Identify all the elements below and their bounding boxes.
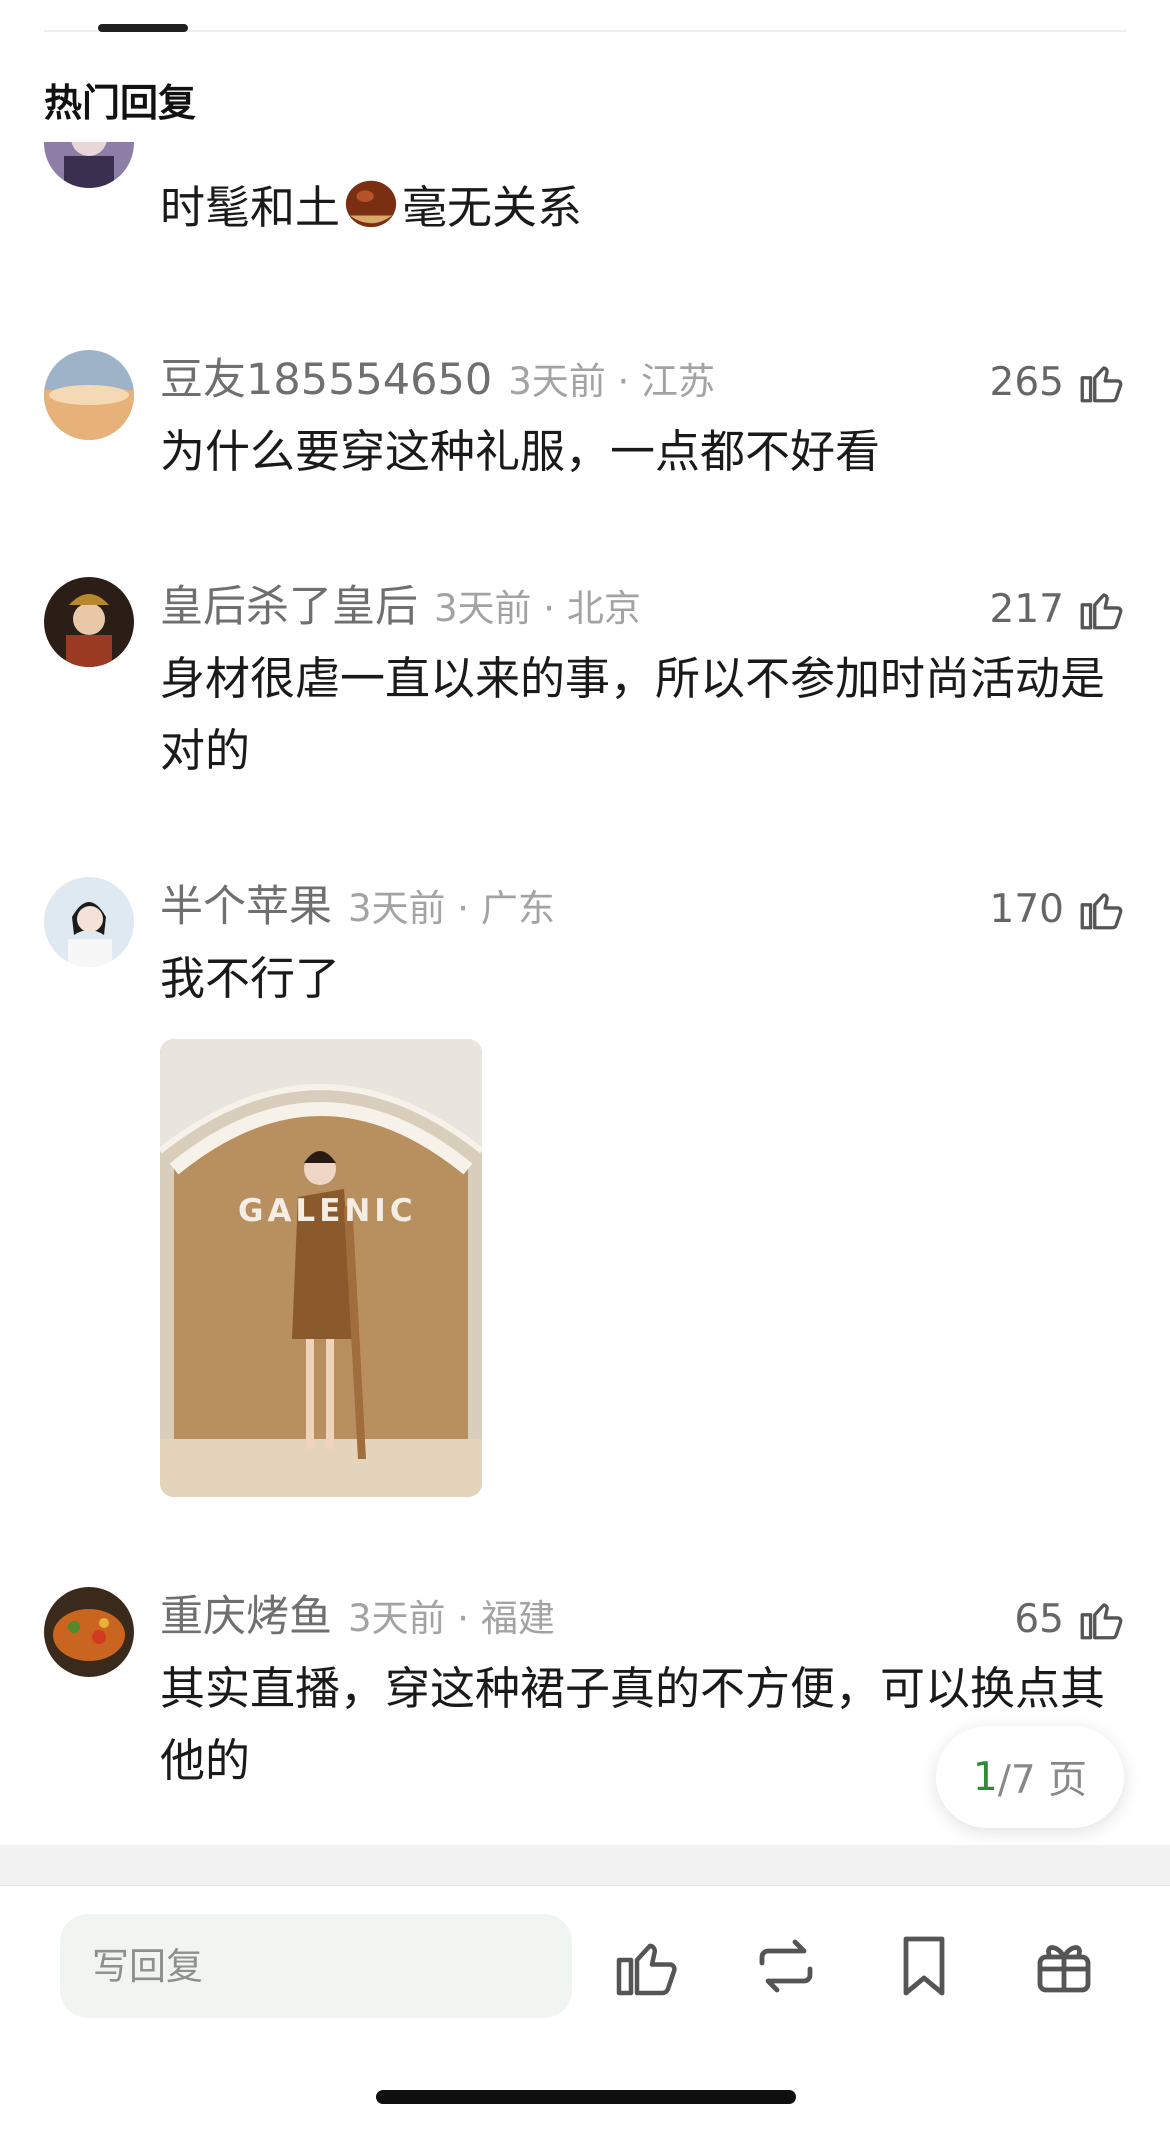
comment-feed[interactable]: 时髦和土 毫无关系 豆友185554650 3天前 · 江苏 265 为什么要穿这种… [0,142,1170,1842]
like-count: 65 [1014,1596,1064,1642]
user-name[interactable]: 皇后杀了皇后 [160,582,418,632]
comment-item: 皇后杀了皇后 3天前 · 北京 217 身材很虐一直以来的事，所以不参加时尚活动是… [0,577,1170,799]
comment-item: 豆友185554650 3天前 · 江苏 265 为什么要穿这种礼服，一点都不好看 [0,350,1170,502]
comment-meta: 半个苹果 3天前 · 广东 [160,879,555,935]
comment-meta: 豆友185554650 3天前 · 江苏 [160,352,715,408]
top-divider [44,30,1126,32]
comment-text: 时髦和土 毫无关系 [160,172,1120,244]
comment-text: 为什么要穿这种礼服，一点都不好看 [160,425,881,478]
like-count: 265 [989,359,1064,405]
current-page: 1 [972,1754,998,1800]
reply-input[interactable] [60,1914,572,2018]
time-location: 3天前 · 北京 [434,587,641,630]
page-indicator[interactable]: 1/7 页 [936,1726,1124,1828]
thumbs-up-icon [1080,593,1123,630]
photo-logo-text: GALENIC [238,1193,417,1229]
user-name[interactable]: 重庆烤鱼 [160,1592,332,1642]
bookmark-icon[interactable] [888,1930,960,2002]
total-pages: /7 页 [997,1758,1088,1803]
thumbs-up-icon [1080,893,1123,930]
time-location: 3天前 · 江苏 [508,360,716,403]
comment-meta: 皇后杀了皇后 3天前 · 北京 [160,579,641,635]
section-divider [0,1845,1170,1885]
like-count: 170 [989,886,1064,932]
avatar[interactable] [44,577,134,667]
gift-icon[interactable] [1028,1930,1100,2002]
chestnut-emoji [345,180,397,228]
avatar[interactable] [44,877,134,967]
tab-indicator [98,24,188,32]
comment-text: 身材很虐一直以来的事，所以不参加时尚活动是对的 [160,652,1106,777]
like-button[interactable]: 65 [1014,1589,1126,1649]
comment-item: 半个苹果 3天前 · 广东 170 我不行了 GALENIC [0,877,1170,1497]
user-name[interactable]: 半个苹果 [160,882,332,932]
time-location: 3天前 · 福建 [348,1597,555,1640]
like-button[interactable]: 170 [990,879,1126,939]
comment-photo[interactable]: GALENIC [160,1039,482,1497]
comment-item: 时髦和土 毫无关系 [0,142,1170,238]
comment-meta: 重庆烤鱼 3天前 · 福建 [160,1589,555,1645]
home-indicator [376,2090,796,2104]
repost-icon[interactable] [750,1930,822,2002]
like-count: 217 [989,586,1064,632]
avatar[interactable] [44,142,134,188]
time-location: 3天前 · 广东 [348,887,555,930]
section-title: 热门回复 [44,81,197,125]
like-button[interactable]: 265 [990,352,1126,412]
user-name[interactable]: 豆友185554650 [160,355,492,405]
avatar[interactable] [44,1587,134,1677]
like-button[interactable]: 217 [990,579,1126,639]
thumbs-up-icon [1080,1603,1123,1640]
thumbs-up-icon[interactable] [610,1930,682,2002]
thumbs-up-icon [1080,366,1123,403]
avatar[interactable] [44,350,134,440]
comment-text: 我不行了 [160,952,341,1005]
